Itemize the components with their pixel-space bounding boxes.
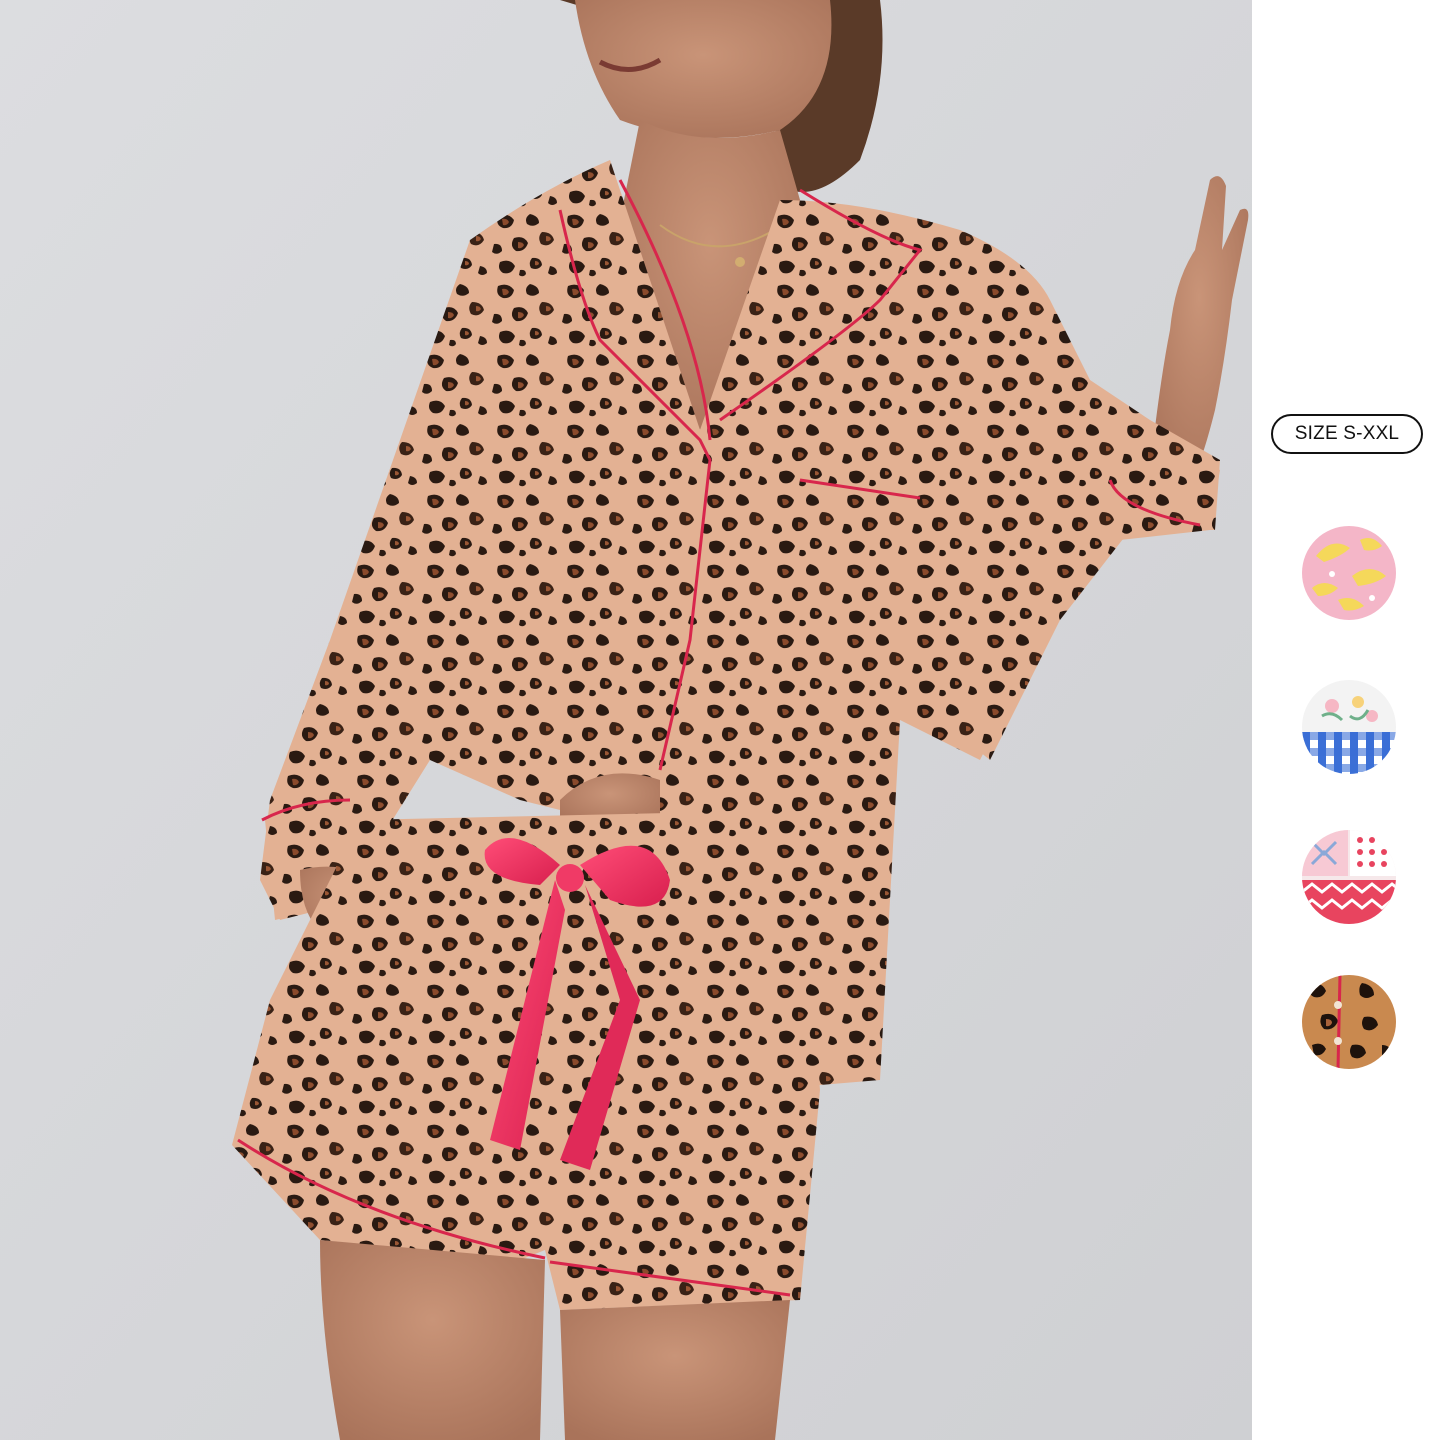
size-badge: SIZE S-XXL xyxy=(1271,414,1423,454)
swatch-pink-banana-print[interactable] xyxy=(1302,526,1396,620)
swatch-leopard-print[interactable] xyxy=(1302,975,1396,1069)
swatch-floral-gingham-print[interactable] xyxy=(1302,680,1396,774)
swatch-pink-patchwork-print[interactable] xyxy=(1302,830,1396,924)
product-photo xyxy=(0,0,1252,1440)
